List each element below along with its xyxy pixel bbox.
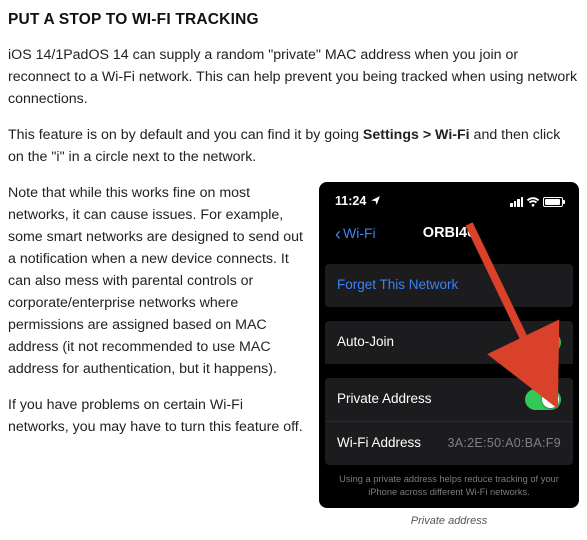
wifi-signal-icon xyxy=(526,197,540,207)
status-bar: 11:24 xyxy=(325,190,573,217)
section-heading: PUT A STOP TO WI-FI TRACKING xyxy=(8,8,579,32)
private-address-row[interactable]: Private Address xyxy=(325,378,573,421)
settings-path-strong: Settings > Wi-Fi xyxy=(363,127,470,143)
screenshot-figure: 11:24 ‹ Wi-Fi ORBI46 xyxy=(319,182,579,530)
cellular-signal-icon xyxy=(510,197,523,207)
paragraph-intro: iOS 14/1PadOS 14 can supply a random "pr… xyxy=(8,44,579,110)
auto-join-label: Auto-Join xyxy=(337,332,394,353)
auto-join-toggle[interactable] xyxy=(525,332,561,353)
private-address-helper-text: Using a private address helps reduce tra… xyxy=(325,473,573,498)
forget-label: Forget This Network xyxy=(337,275,458,296)
status-time: 11:24 xyxy=(335,192,366,211)
paragraph-settings-path: This feature is on by default and you ca… xyxy=(8,124,579,168)
auto-join-row[interactable]: Auto-Join xyxy=(325,321,573,364)
figure-caption: Private address xyxy=(319,513,579,530)
wifi-address-label: Wi-Fi Address xyxy=(337,433,421,454)
paragraph-caveats: Note that while this works fine on most … xyxy=(8,182,303,380)
para2-part-a: This feature is on by default and you ca… xyxy=(8,127,363,143)
nav-bar: ‹ Wi-Fi ORBI46 xyxy=(325,217,573,255)
wifi-address-value: 3A:2E:50:A0:BA:F9 xyxy=(448,434,562,453)
battery-icon xyxy=(543,197,563,207)
private-address-label: Private Address xyxy=(337,389,432,410)
iphone-screenshot: 11:24 ‹ Wi-Fi ORBI46 xyxy=(319,182,579,508)
wifi-address-row: Wi-Fi Address 3A:2E:50:A0:BA:F9 xyxy=(325,421,573,465)
paragraph-turnoff: If you have problems on certain Wi-Fi ne… xyxy=(8,394,303,438)
location-arrow-icon xyxy=(370,191,381,213)
private-address-toggle[interactable] xyxy=(525,389,561,410)
forget-network-button[interactable]: Forget This Network xyxy=(325,264,573,307)
network-title: ORBI46 xyxy=(325,222,573,244)
